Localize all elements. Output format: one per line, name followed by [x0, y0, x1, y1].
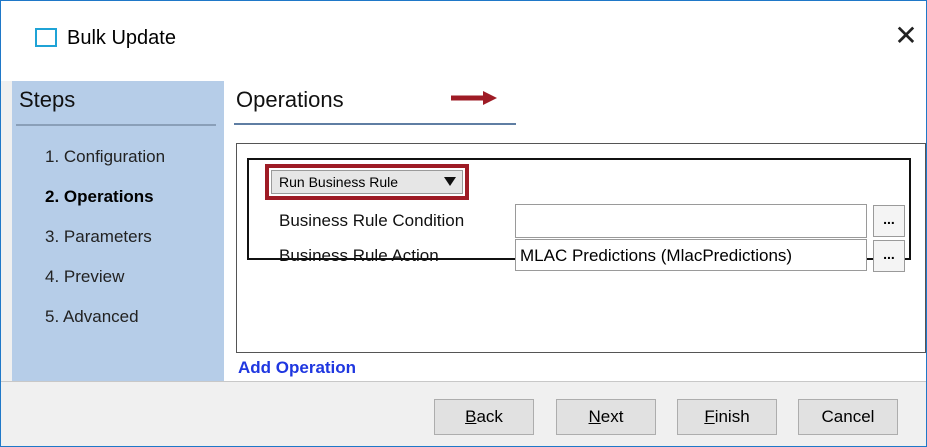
- callout-arrow-icon: [451, 91, 497, 105]
- steps-divider: [16, 124, 216, 126]
- operation-type-dropdown[interactable]: Run Business Rule: [271, 170, 463, 194]
- page-title: Operations: [236, 87, 344, 112]
- steps-heading: Steps: [19, 87, 76, 112]
- operation-type-value: Run Business Rule: [279, 174, 399, 190]
- action-browse-button[interactable]: ...: [873, 240, 905, 272]
- finish-button[interactable]: Finish: [677, 399, 777, 435]
- cancel-button[interactable]: Cancel: [798, 399, 898, 435]
- steps-panel: Steps 1. Configuration 2. Operations 3. …: [12, 81, 224, 381]
- condition-input[interactable]: [515, 204, 867, 238]
- operations-list: Run Business Rule Business Rule Conditio…: [236, 143, 926, 353]
- back-button[interactable]: Back: [434, 399, 534, 435]
- next-button[interactable]: Next: [556, 399, 656, 435]
- footer-divider: [1, 381, 926, 382]
- window-icon: [35, 28, 57, 47]
- close-icon[interactable]: ✕: [891, 21, 921, 51]
- condition-browse-button[interactable]: ...: [873, 205, 905, 237]
- action-label: Business Rule Action: [279, 246, 439, 265]
- operation-card: Run Business Rule Business Rule Conditio…: [247, 158, 911, 272]
- action-input[interactable]: MLAC Predictions (MlacPredictions): [515, 239, 867, 271]
- step-preview[interactable]: 4. Preview: [45, 267, 124, 287]
- step-advanced[interactable]: 5. Advanced: [45, 307, 139, 327]
- condition-label: Business Rule Condition: [279, 211, 465, 230]
- step-parameters[interactable]: 3. Parameters: [45, 227, 152, 247]
- step-operations[interactable]: 2. Operations: [45, 187, 154, 207]
- step-configuration[interactable]: 1. Configuration: [45, 147, 165, 167]
- title-bar: Bulk Update ✕: [1, 1, 926, 81]
- add-operation-link[interactable]: Add Operation: [238, 358, 356, 378]
- bulk-update-dialog: Bulk Update ✕ Steps 1. Configuration 2. …: [0, 0, 927, 447]
- title-underline: [234, 123, 516, 125]
- operations-content: Operations Run Business Rule Business Ru…: [224, 81, 926, 381]
- dropdown-arrow-icon: [444, 177, 456, 186]
- window-title: Bulk Update: [67, 27, 176, 49]
